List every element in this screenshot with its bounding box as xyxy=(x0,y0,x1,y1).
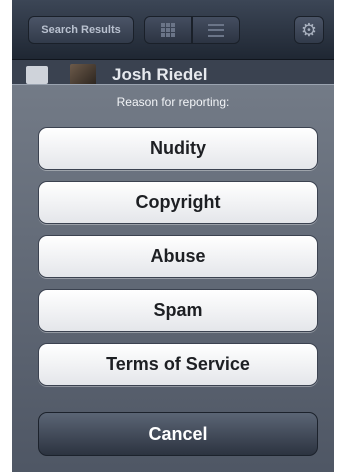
app-screen: Search Results ⚙ Josh Riedel Reason for … xyxy=(12,0,334,472)
grid-view-button[interactable] xyxy=(144,16,192,44)
list-view-button[interactable] xyxy=(192,16,240,44)
action-sheet-title: Reason for reporting: xyxy=(116,95,230,109)
spam-button[interactable]: Spam xyxy=(38,289,318,332)
list-icon xyxy=(208,23,224,37)
avatar xyxy=(70,64,96,86)
gear-icon: ⚙ xyxy=(300,19,318,40)
cancel-button[interactable]: Cancel xyxy=(38,412,318,456)
settings-button[interactable]: ⚙ xyxy=(294,16,324,44)
thumbnail-icon xyxy=(26,66,48,84)
abuse-button[interactable]: Abuse xyxy=(38,235,318,278)
report-action-sheet: Reason for reporting: Nudity Copyright A… xyxy=(12,84,334,472)
grid-icon xyxy=(161,23,175,37)
nudity-button[interactable]: Nudity xyxy=(38,127,318,170)
search-results-button[interactable]: Search Results xyxy=(28,16,134,44)
terms-of-service-button[interactable]: Terms of Service xyxy=(38,343,318,386)
navigation-bar: Search Results ⚙ xyxy=(12,0,334,60)
copyright-button[interactable]: Copyright xyxy=(38,181,318,224)
profile-name: Josh Riedel xyxy=(112,65,208,84)
